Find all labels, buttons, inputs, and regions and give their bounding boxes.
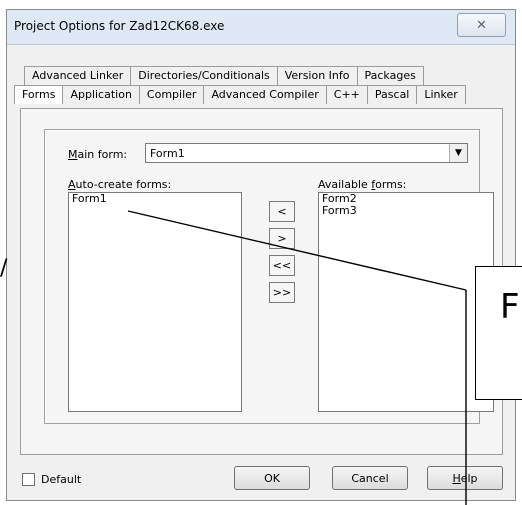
ok-button[interactable]: OK <box>234 466 310 490</box>
available-forms-list[interactable]: Form2 Form3 <box>318 192 494 412</box>
tab-packages[interactable]: Packages <box>356 66 424 85</box>
tab-advanced-compiler[interactable]: Advanced Compiler <box>203 85 327 104</box>
annotation-stroke: / <box>0 256 8 281</box>
checkbox-box[interactable] <box>22 473 35 486</box>
list-item[interactable]: Form3 <box>319 205 493 217</box>
tab-compiler[interactable]: Compiler <box>138 85 205 104</box>
main-form-label: Main form: <box>68 148 128 161</box>
project-options-dialog: Project Options for Zad12CK68.exe ✕ Adva… <box>6 9 516 501</box>
forms-tab-panel: Main form: Form1 ▼ Auto-create forms: Fo… <box>20 108 503 455</box>
cancel-button[interactable]: Cancel <box>332 466 408 490</box>
move-left-button[interactable]: < <box>269 201 295 222</box>
close-icon: ✕ <box>476 17 487 33</box>
tab-row-bottom: Forms Application Compiler Advanced Comp… <box>14 85 466 104</box>
tab-cpp[interactable]: C++ <box>325 85 368 104</box>
tab-advanced-linker[interactable]: Advanced Linker <box>24 66 132 85</box>
annotation-label-text: F <box>500 287 520 327</box>
move-all-left-button[interactable]: << <box>269 255 295 276</box>
auto-create-label: Auto-create forms: <box>68 178 172 191</box>
help-button[interactable]: Help <box>427 466 503 490</box>
default-label: Default <box>41 473 82 486</box>
tab-application[interactable]: Application <box>62 85 140 104</box>
tab-linker[interactable]: Linker <box>416 85 466 104</box>
tab-row-top: Advanced Linker Directories/Conditionals… <box>24 66 424 85</box>
move-all-right-button[interactable]: >> <box>269 282 295 303</box>
auto-create-list[interactable]: Form1 <box>68 192 242 412</box>
main-form-select[interactable]: Form1 ▼ <box>145 143 468 163</box>
main-form-value: Form1 <box>150 147 185 160</box>
available-forms-label: Available forms: <box>318 178 407 191</box>
window-title: Project Options for Zad12CK68.exe <box>14 19 225 33</box>
annotation-label-box: F <box>475 266 522 400</box>
tab-forms[interactable]: Forms <box>14 85 64 104</box>
default-checkbox[interactable]: Default <box>22 473 81 486</box>
tab-directories-conditionals[interactable]: Directories/Conditionals <box>130 66 278 85</box>
close-button[interactable]: ✕ <box>457 13 506 37</box>
move-right-button[interactable]: > <box>269 228 295 249</box>
chevron-down-icon[interactable]: ▼ <box>449 144 467 162</box>
forms-group: Main form: Form1 ▼ Auto-create forms: Fo… <box>44 129 494 424</box>
tab-version-info[interactable]: Version Info <box>276 66 358 85</box>
list-item[interactable]: Form1 <box>69 193 241 205</box>
title-bar: Project Options for Zad12CK68.exe ✕ <box>7 10 515 45</box>
tab-pascal[interactable]: Pascal <box>366 85 418 104</box>
